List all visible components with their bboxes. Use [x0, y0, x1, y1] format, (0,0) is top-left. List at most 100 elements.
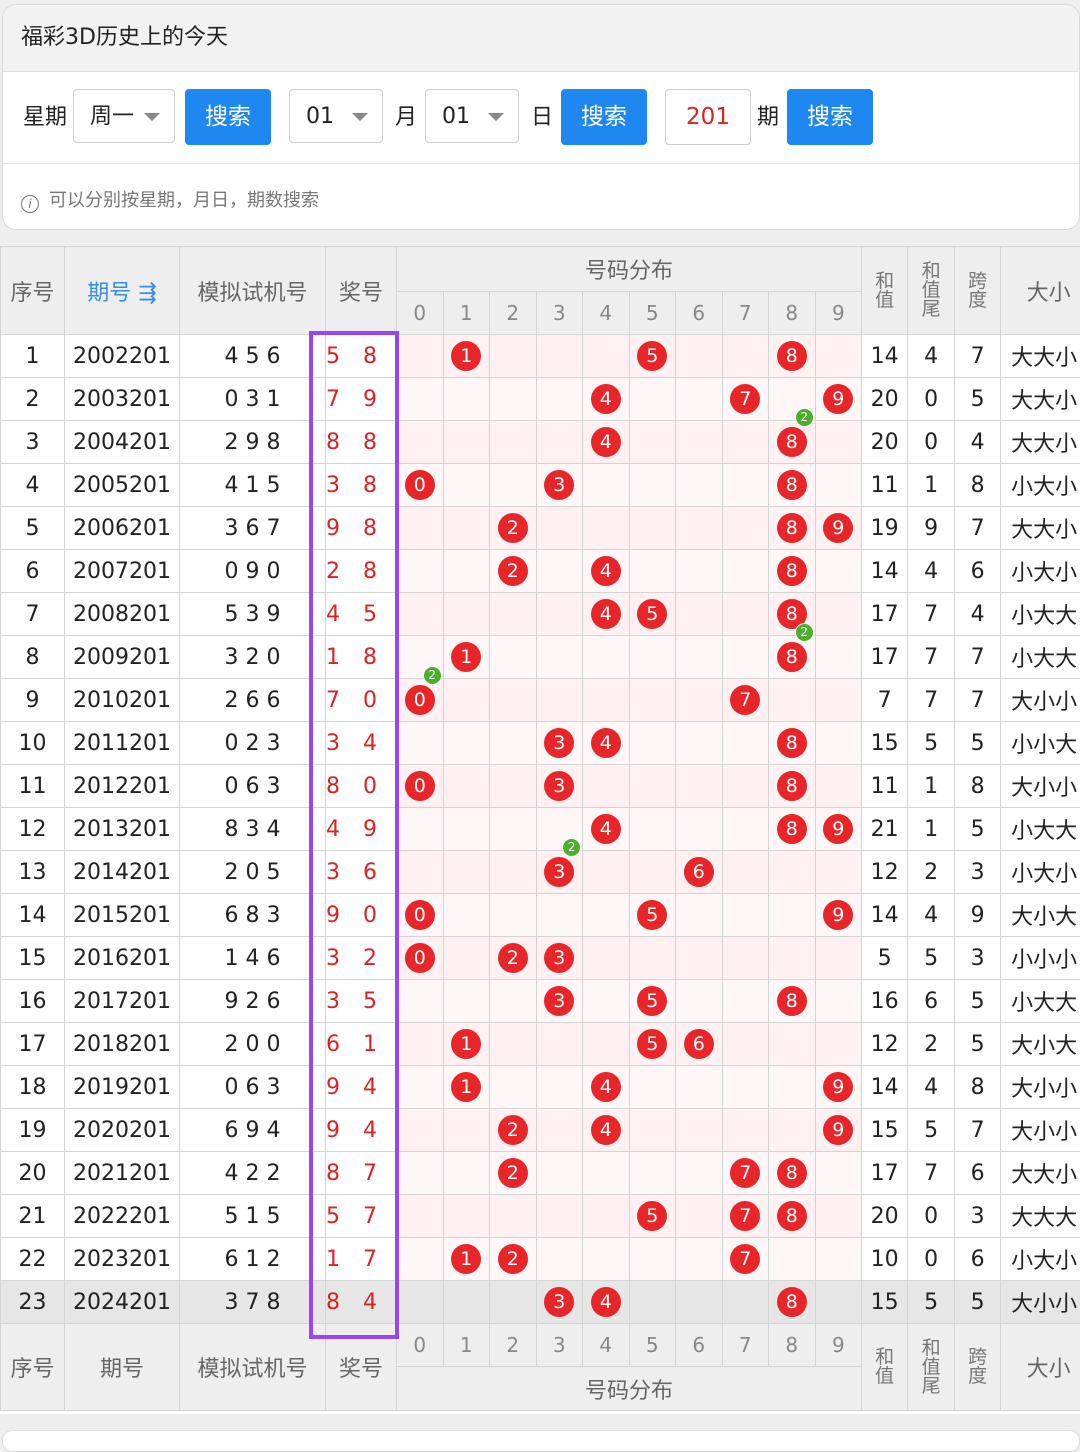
- digit-cell-5: [629, 421, 676, 464]
- issue-cell: 2019201: [65, 1066, 180, 1109]
- size-cell: 大大小: [1001, 1152, 1080, 1195]
- digit-header-1: 1: [443, 292, 490, 335]
- sum-cell: 11: [862, 464, 908, 507]
- issue-cell: 2012201: [65, 765, 180, 808]
- footer-sim: 模拟试机号: [180, 1324, 326, 1411]
- search-date-button[interactable]: 搜索: [561, 89, 647, 145]
- digit-cell-9: [815, 851, 862, 894]
- footer-dist: 号码分布: [397, 1367, 862, 1411]
- digit-cell-4: [583, 851, 630, 894]
- digit-cell-9: [815, 765, 862, 808]
- digit-cell-5: [629, 378, 676, 421]
- digit-cell-9: [815, 335, 862, 378]
- col-header-issue-label: 期号: [87, 281, 131, 306]
- day-select[interactable]: 01: [425, 89, 519, 143]
- digit-cell-2: [490, 980, 537, 1023]
- digit-cell-4: [583, 1238, 630, 1281]
- footer-seq: 序号: [1, 1324, 65, 1411]
- sort-icon[interactable]: ⇶: [138, 281, 156, 306]
- size-cell: 大大小: [1001, 335, 1080, 378]
- digit-cell-4: 4: [583, 1109, 630, 1152]
- sim-cell: 9 2 6: [180, 980, 326, 1023]
- digit-cell-2: [490, 636, 537, 679]
- col-header-issue[interactable]: 期号 ⇶: [65, 247, 180, 335]
- sim-cell: 5 3 9: [180, 593, 326, 636]
- search-issue-button[interactable]: 搜索: [787, 89, 873, 145]
- table-row: 2320242013 7 88 4 33481555大小小: [1, 1281, 1080, 1324]
- digit-cell-8: 8: [769, 550, 816, 593]
- issue-cell: 2014201: [65, 851, 180, 894]
- sum-cell: 14: [862, 894, 908, 937]
- seq-cell: 16: [1, 980, 65, 1023]
- digit-cell-1: [443, 1281, 490, 1324]
- sum-cell: 17: [862, 593, 908, 636]
- prize-cell: 1 7 2: [326, 1238, 397, 1281]
- table-row: 1720182012 0 06 1 51561225大小大: [1, 1023, 1080, 1066]
- digit-cell-5: [629, 765, 676, 808]
- sum-cell: 17: [862, 636, 908, 679]
- digit-cell-1: [443, 507, 490, 550]
- col-header-sum-tail-text: 和值尾: [921, 262, 941, 319]
- digit-cell-4: 4: [583, 808, 630, 851]
- footer-issue: 期号: [65, 1324, 180, 1411]
- digit-cell-6: [676, 679, 723, 722]
- digit-cell-7: [722, 851, 769, 894]
- digit-cell-5: [629, 1238, 676, 1281]
- digit-header-2: 2: [490, 292, 537, 335]
- digit-cell-7: [722, 1281, 769, 1324]
- ball-2: 2: [498, 513, 528, 543]
- issue-cell: 2005201: [65, 464, 180, 507]
- seq-cell: 10: [1, 722, 65, 765]
- table-row: 320042012 9 88 8 44822004大大小: [1, 421, 1080, 464]
- prize-cell: 7 9 4: [326, 378, 397, 421]
- seq-cell: 17: [1, 1023, 65, 1066]
- digit-cell-3: 32: [536, 851, 583, 894]
- digit-cell-0: [397, 378, 444, 421]
- digit-cell-2: [490, 378, 537, 421]
- span-cell: 3: [955, 851, 1001, 894]
- digit-cell-6: [676, 1238, 723, 1281]
- digit-cell-9: [815, 464, 862, 507]
- ball-7: 7: [730, 1201, 760, 1231]
- digit-cell-2: [490, 464, 537, 507]
- digit-cell-6: 6: [676, 1023, 723, 1066]
- issue-input[interactable]: 201: [665, 89, 751, 145]
- ball-5: 5: [637, 1029, 667, 1059]
- day-label: 日: [531, 89, 553, 147]
- col-header-size: 大小: [1001, 247, 1080, 335]
- issue-cell: 2006201: [65, 507, 180, 550]
- footer-digit-7: 7: [722, 1324, 769, 1367]
- sim-cell: 0 9 0: [180, 550, 326, 593]
- search-week-button[interactable]: 搜索: [185, 89, 271, 145]
- sum-cell: 20: [862, 1195, 908, 1238]
- sim-cell: 0 6 3: [180, 765, 326, 808]
- footer-digit-8: 8: [769, 1324, 816, 1367]
- digit-cell-1: 1: [443, 636, 490, 679]
- digit-cell-5: 5: [629, 335, 676, 378]
- table-row: 420052014 1 53 8 00381118小大小: [1, 464, 1080, 507]
- ball-0: 0: [405, 685, 435, 715]
- ball-7: 7: [730, 384, 760, 414]
- month-select[interactable]: 01: [289, 89, 383, 143]
- span-cell: 5: [955, 378, 1001, 421]
- size-cell: 小大小: [1001, 550, 1080, 593]
- issue-cell: 2024201: [65, 1281, 180, 1324]
- sum-tail-cell: 1: [908, 808, 955, 851]
- digit-cell-7: [722, 507, 769, 550]
- digit-cell-6: [676, 1281, 723, 1324]
- digit-cell-9: [815, 980, 862, 1023]
- digit-cell-0: [397, 1066, 444, 1109]
- sum-cell: 15: [862, 1281, 908, 1324]
- digit-cell-0: [397, 593, 444, 636]
- ball-0: 0: [405, 771, 435, 801]
- digit-cell-5: [629, 1281, 676, 1324]
- sum-cell: 15: [862, 722, 908, 765]
- digit-cell-3: [536, 1109, 583, 1152]
- ball-8: 8: [777, 1287, 807, 1317]
- digit-cell-9: [815, 593, 862, 636]
- digit-cell-8: [769, 894, 816, 937]
- table-row: 820092013 2 01 8 81821777小大大: [1, 636, 1080, 679]
- sum-cell: 12: [862, 1023, 908, 1066]
- week-select[interactable]: 周一: [73, 89, 175, 143]
- digit-cell-5: [629, 1066, 676, 1109]
